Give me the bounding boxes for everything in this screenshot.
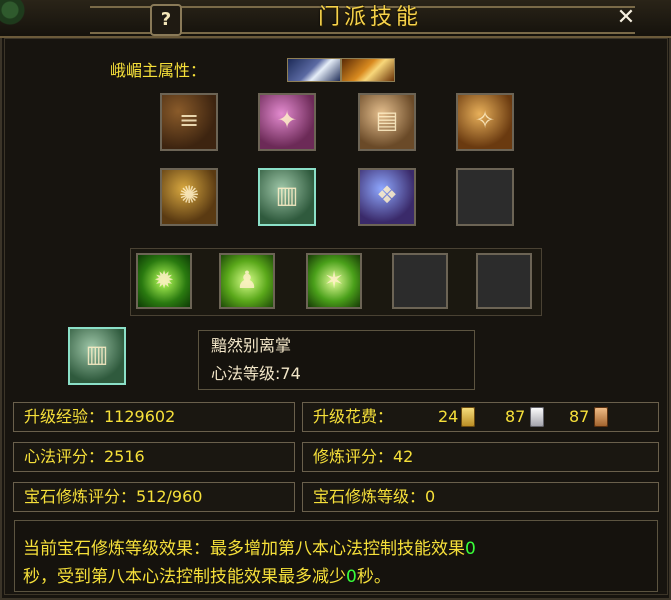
effect-line-2-text: 秒，受到第八本心法控制技能效果最多减少 bbox=[23, 567, 346, 587]
selected-book-icon[interactable]: ▥ bbox=[68, 327, 126, 385]
skill-slot-2[interactable]: ♟ bbox=[219, 253, 275, 309]
silver-ingot-icon bbox=[530, 407, 544, 427]
xinfa-score-field: 心法评分：2516 bbox=[13, 442, 295, 472]
copper-ingot-icon bbox=[594, 407, 608, 427]
cost-gold-amount: 24 bbox=[438, 407, 459, 426]
green-book-icon: ▥ bbox=[275, 181, 299, 209]
gem-level-text: 宝石修炼等级：0 bbox=[313, 487, 436, 506]
corner-decoration bbox=[0, 0, 34, 30]
close-button[interactable]: ✕ bbox=[612, 4, 640, 32]
purple-book-icon: ❖ bbox=[376, 181, 398, 209]
green-book-icon: ▥ bbox=[85, 340, 109, 368]
xiulian-score-text: 修炼评分：42 bbox=[313, 447, 414, 466]
xinfa-score-text: 心法评分：2516 bbox=[24, 447, 145, 466]
upgrade-cost-field: 升级花费： 24 87 87 bbox=[302, 402, 659, 432]
title-bar: ? 门派技能 ✕ bbox=[0, 0, 671, 38]
skill-level: 心法等级:74 bbox=[211, 364, 301, 383]
effect-line-1-text: 当前宝石修炼等级效果：最多增加第八本心法控制技能效果 bbox=[23, 539, 465, 559]
effect-line-2-suffix: 秒。 bbox=[356, 567, 391, 587]
skill-name: 黯然别离掌 bbox=[211, 336, 292, 355]
book-slot-2[interactable]: ✦ bbox=[258, 93, 316, 151]
book-slot-3[interactable]: ▤ bbox=[358, 93, 416, 151]
book-slot-5[interactable]: ✺ bbox=[160, 168, 218, 226]
upgrade-cost-label: 升级花费： bbox=[313, 407, 394, 426]
sect-skill-window: ? 门派技能 ✕ 峨嵋主属性： ≡ ✦ ▤ ✧ ✺ ▥ ❖ ✹ ♟ ✶ ▥ 黯然… bbox=[0, 0, 671, 600]
upgrade-exp-text: 升级经验：1129602 bbox=[24, 407, 176, 426]
skill-slot-1[interactable]: ✹ bbox=[136, 253, 192, 309]
book-slot-6[interactable]: ▥ bbox=[258, 168, 316, 226]
effect-value-2: 0 bbox=[346, 567, 357, 587]
orange-book-icon: ✧ bbox=[474, 106, 496, 134]
ice-attribute-icon bbox=[287, 58, 341, 82]
green-figure-skill-icon: ♟ bbox=[236, 266, 258, 294]
gem-level-field: 宝石修炼等级：0 bbox=[302, 482, 659, 512]
scroll-book-icon: ≡ bbox=[178, 106, 200, 134]
gold-ingot-icon bbox=[461, 407, 475, 427]
xiulian-score-field: 修炼评分：42 bbox=[302, 442, 659, 472]
cost-silver-amount: 87 bbox=[505, 407, 526, 426]
skill-slot-5[interactable] bbox=[476, 253, 532, 309]
book-slot-8[interactable] bbox=[456, 168, 514, 226]
skill-slot-4[interactable] bbox=[392, 253, 448, 309]
fire-attribute-icon bbox=[341, 58, 395, 82]
green-burst-skill-icon: ✶ bbox=[323, 266, 345, 294]
window-title: 门派技能 bbox=[317, 5, 422, 30]
main-attribute-label: 峨嵋主属性： bbox=[110, 61, 207, 80]
book-slot-4[interactable]: ✧ bbox=[456, 93, 514, 151]
book-slot-1[interactable]: ≡ bbox=[160, 93, 218, 151]
skill-slot-3[interactable]: ✶ bbox=[306, 253, 362, 309]
tan-book-icon: ▤ bbox=[375, 106, 399, 134]
gold-book-icon: ✺ bbox=[178, 181, 200, 209]
cost-copper-amount: 87 bbox=[569, 407, 590, 426]
effect-line-1: 当前宝石修炼等级效果：最多增加第八本心法控制技能效果0 bbox=[23, 535, 649, 563]
gem-score-text: 宝石修炼评分：512/960 bbox=[24, 487, 203, 506]
gem-score-field: 宝石修炼评分：512/960 bbox=[13, 482, 295, 512]
skill-info-box: 黯然别离掌 心法等级:74 bbox=[198, 330, 475, 390]
green-leaf-skill-icon: ✹ bbox=[153, 266, 175, 294]
effect-line-2: 秒，受到第八本心法控制技能效果最多减少0秒。 bbox=[23, 563, 649, 591]
effect-value-1: 0 bbox=[465, 539, 476, 559]
help-button[interactable]: ? bbox=[150, 4, 182, 36]
gem-effect-description: 当前宝石修炼等级效果：最多增加第八本心法控制技能效果0 秒，受到第八本心法控制技… bbox=[14, 520, 658, 592]
book-slot-7[interactable]: ❖ bbox=[358, 168, 416, 226]
pink-book-icon: ✦ bbox=[276, 106, 298, 134]
upgrade-exp-field: 升级经验：1129602 bbox=[13, 402, 295, 432]
